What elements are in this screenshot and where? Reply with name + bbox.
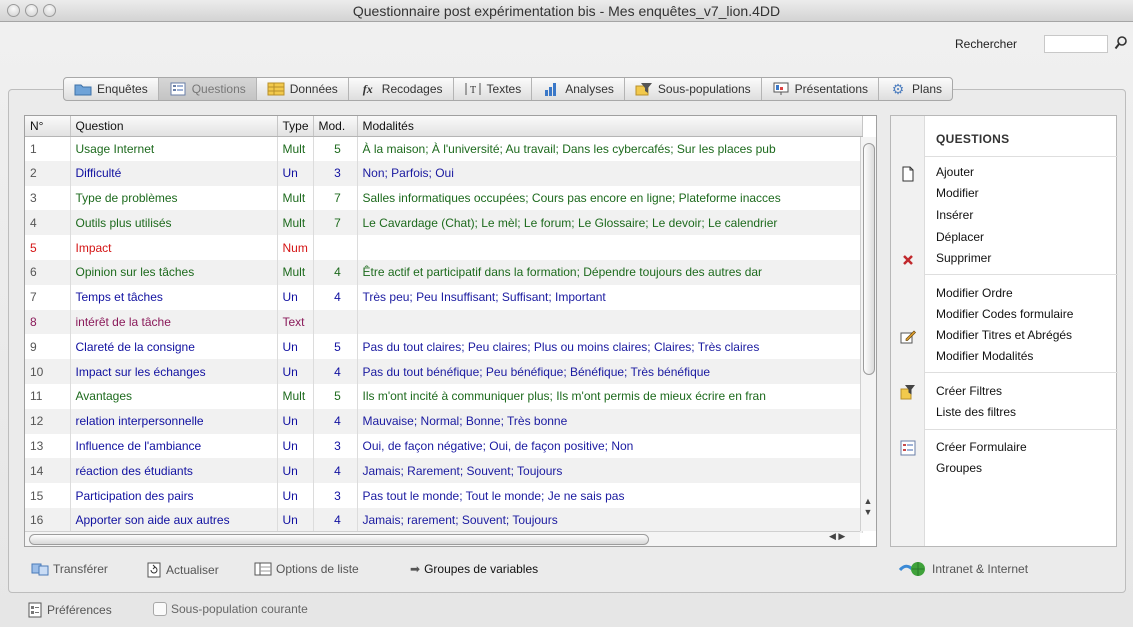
- transfer-icon: [31, 563, 49, 576]
- sous-population-courante-checkbox[interactable]: Sous-population courante: [153, 602, 308, 616]
- groupes-button[interactable]: Groupes: [936, 461, 982, 475]
- tab-recodages[interactable]: fx Recodages: [349, 78, 454, 100]
- bar-chart-icon: [545, 83, 557, 96]
- table-row[interactable]: 10 Impact sur les échanges Un 4 Pas du tout …: [25, 359, 863, 384]
- text-icon: T: [465, 83, 481, 96]
- table-row[interactable]: 2 Difficulté Un 3 Non; Parfois; Oui: [25, 160, 863, 186]
- edit-icon: [900, 330, 916, 344]
- filter-icon: [635, 83, 652, 96]
- search-icon[interactable]: [1114, 35, 1128, 51]
- gear-icon: ⚙: [891, 80, 905, 97]
- svg-text:T: T: [469, 85, 475, 96]
- table-row[interactable]: 15 Participation des pairs Un 3 Pas tout le …: [25, 483, 863, 508]
- modifier-titres-button[interactable]: Modifier Titres et Abrégés: [936, 328, 1072, 342]
- search-input[interactable]: [1044, 35, 1108, 53]
- horizontal-scroll-thumb[interactable]: [29, 534, 649, 545]
- table-row[interactable]: 9 Clareté de la consigne Un 5 Pas du tout cl…: [25, 334, 863, 360]
- vertical-scroll-thumb[interactable]: [863, 143, 875, 375]
- table-row[interactable]: 1 Usage Internet Mult 5 À la maison; À l'uni…: [25, 136, 863, 161]
- creer-formulaire-button[interactable]: Créer Formulaire: [936, 440, 1027, 454]
- horizontal-scrollbar[interactable]: [25, 531, 860, 546]
- table-row[interactable]: 3 Type de problèmes Mult 7 Salles informatiq…: [25, 185, 863, 211]
- table-row[interactable]: 13 Influence de l'ambiance Un 3 Oui, de faço…: [25, 433, 863, 459]
- divider: [925, 429, 1118, 430]
- zoom-window-button[interactable]: [43, 4, 56, 17]
- modifier-modalites-button[interactable]: Modifier Modalités: [936, 349, 1033, 363]
- transferer-button[interactable]: Transférer: [31, 562, 108, 576]
- column-header-question[interactable]: Question: [70, 116, 278, 137]
- actualiser-button[interactable]: Actualiser: [146, 562, 219, 578]
- modifier-codes-formulaire-button[interactable]: Modifier Codes formulaire: [936, 307, 1073, 321]
- close-window-button[interactable]: [7, 4, 20, 17]
- window-title: Questionnaire post expérimentation bis -…: [352, 2, 781, 19]
- questions-form-icon: [170, 82, 186, 96]
- supprimer-button[interactable]: Supprimer: [936, 251, 991, 265]
- table-row[interactable]: 5 Impact Num: [25, 235, 863, 260]
- form-icon: [900, 440, 916, 456]
- creer-filtres-button[interactable]: Créer Filtres: [936, 384, 1002, 398]
- preferences-button[interactable]: Préférences: [27, 602, 112, 618]
- horizontal-scroll-arrows[interactable]: ◀ ▶: [829, 531, 845, 542]
- options-liste-button[interactable]: Options de liste: [254, 562, 359, 576]
- side-panel-title: QUESTIONS: [936, 132, 1010, 146]
- table-row[interactable]: 7 Temps et tâches Un 4 Très peu; Peu Insuffi…: [25, 284, 863, 310]
- tab-presentations[interactable]: Présentations: [762, 78, 880, 100]
- arrow-right-icon: ➡: [410, 562, 421, 576]
- divider: [925, 274, 1118, 275]
- tab-enquetes[interactable]: Enquêtes: [64, 78, 159, 100]
- tab-plans[interactable]: ⚙ Plans: [879, 78, 952, 100]
- table-row[interactable]: 14 réaction des étudiants Un 4 Jamais; Rarem…: [25, 458, 863, 484]
- tab-textes[interactable]: T Textes: [454, 78, 533, 100]
- modifier-ordre-button[interactable]: Modifier Ordre: [936, 286, 1013, 300]
- tab-analyses[interactable]: Analyses: [532, 78, 625, 100]
- ajouter-button[interactable]: Ajouter: [936, 165, 974, 179]
- search-label: Rechercher: [955, 37, 1018, 51]
- liste-filtres-button[interactable]: Liste des filtres: [936, 405, 1016, 419]
- tab-sous-populations[interactable]: Sous-populations: [625, 78, 762, 100]
- divider: [925, 372, 1118, 373]
- minimize-window-button[interactable]: [25, 4, 38, 17]
- table-row[interactable]: 6 Opinion sur les tâches Mult 4 Être actif e…: [25, 259, 863, 285]
- questions-table[interactable]: N° Question Type Mod. Modalités 1 Usage I…: [24, 115, 877, 547]
- table-row[interactable]: 12 relation interpersonnelle Un 4 Mauvaise; …: [25, 408, 863, 434]
- vertical-scroll-arrows[interactable]: ▲ ▼: [862, 496, 874, 518]
- function-icon: fx: [362, 81, 373, 96]
- table-row[interactable]: 16 Apporter son aide aux autres Un 4 Jamais;…: [25, 507, 863, 533]
- intranet-internet-button[interactable]: Intranet & Internet: [898, 561, 1028, 577]
- refresh-icon: [147, 562, 161, 578]
- tab-questions[interactable]: Questions: [158, 78, 257, 100]
- presentation-icon: [773, 82, 789, 95]
- groupes-variables-button[interactable]: ➡ Groupes de variables: [410, 562, 538, 576]
- globe-icon: [898, 562, 925, 576]
- window-controls[interactable]: [7, 4, 56, 17]
- deplacer-button[interactable]: Déplacer: [936, 230, 984, 244]
- data-grid-icon: [267, 82, 285, 96]
- folder-icon: [74, 84, 92, 96]
- preferences-icon: [28, 602, 42, 618]
- vertical-scrollbar[interactable]: [860, 137, 876, 531]
- table-row[interactable]: 8 intérêt de la tâche Text: [25, 309, 863, 335]
- table-row[interactable]: 4 Outils plus utilisés Mult 7 Le Cavardage (…: [25, 210, 863, 236]
- modifier-button[interactable]: Modifier: [936, 186, 979, 200]
- questions-side-panel: QUESTIONS Ajouter Modifier Insérer Dépla…: [890, 115, 1118, 547]
- inserer-button[interactable]: Insérer: [936, 208, 973, 222]
- table-row[interactable]: 11 Avantages Mult 5 Ils m'ont incité à commu…: [25, 383, 863, 409]
- tab-bar: Enquêtes Questions Données fx Recodages …: [63, 77, 954, 101]
- delete-icon: [903, 255, 913, 265]
- title-bar: Questionnaire post expérimentation bis -…: [0, 0, 1133, 22]
- column-header-modalites[interactable]: Modalités: [357, 116, 863, 137]
- filter-icon: [900, 385, 915, 400]
- column-header-num[interactable]: N°: [25, 116, 71, 137]
- list-options-icon: [254, 562, 272, 576]
- column-header-type[interactable]: Type: [277, 116, 314, 137]
- new-document-icon: [902, 166, 914, 182]
- checkbox-box[interactable]: [153, 602, 167, 616]
- divider: [925, 156, 1118, 157]
- column-header-mod[interactable]: Mod.: [313, 116, 358, 137]
- tab-donnees[interactable]: Données: [257, 78, 349, 100]
